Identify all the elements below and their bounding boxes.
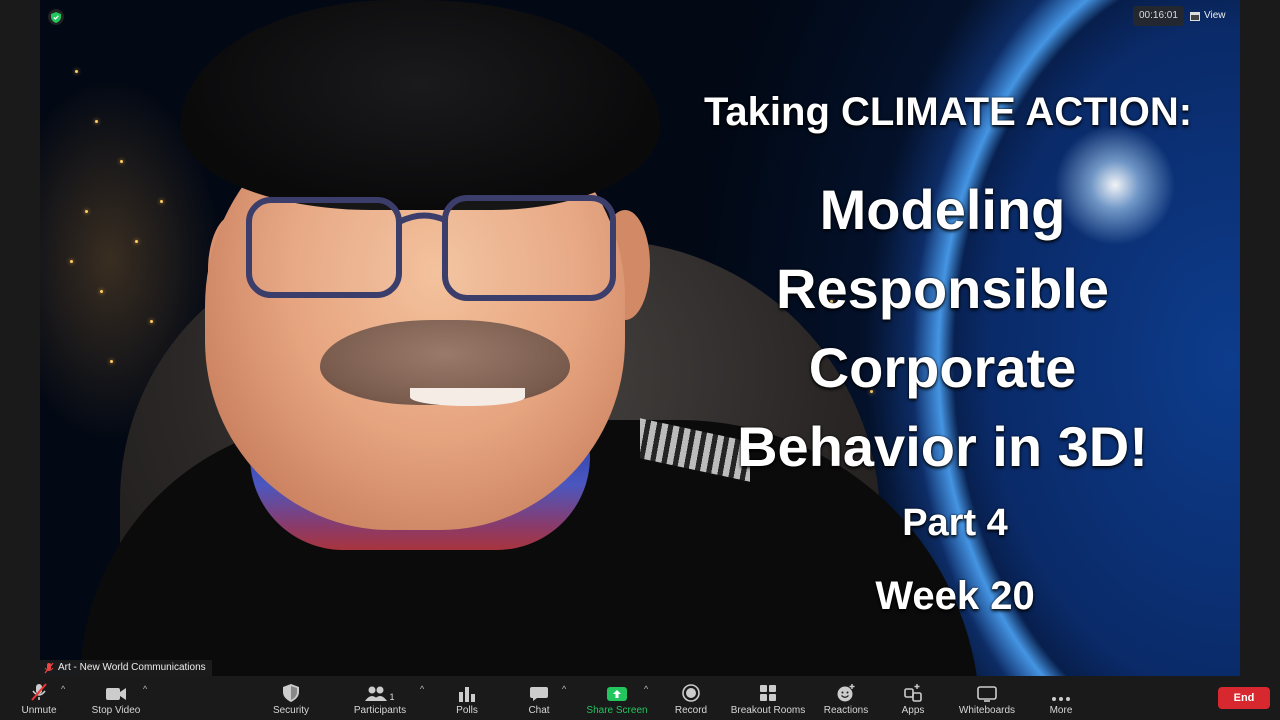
share-screen-icon [607,687,627,701]
participants-options-caret-icon[interactable]: ^ [420,684,424,694]
eyeglasses [246,195,616,301]
slide-title-line: Corporate [808,336,1077,399]
share-options-caret-icon[interactable]: ^ [644,684,648,694]
shield-icon [283,684,299,702]
breakout-rooms-button[interactable]: Breakout Rooms [728,676,808,720]
more-dots-icon [1052,697,1070,701]
muted-mic-icon [31,683,47,701]
record-button[interactable]: Record [672,676,710,720]
share-screen-button[interactable]: Share Screen [584,676,650,720]
video-camera-icon [106,688,126,700]
slide-title-line: Responsible [776,257,1109,320]
apps-icon [904,684,922,702]
teeth [410,388,525,406]
whiteboards-label: Whiteboards [958,705,1016,716]
encryption-shield-icon[interactable] [48,9,64,25]
view-button[interactable]: View [1190,6,1226,26]
security-button[interactable]: Security [268,676,314,720]
slide-week: Week 20 [875,574,1035,618]
slide-subtitle: Taking CLIMATE ACTION: [703,90,1193,134]
whiteboard-icon [977,686,997,702]
unmute-label: Unmute [21,705,57,716]
share-screen-label: Share Screen [586,705,648,716]
polls-label: Polls [456,705,478,716]
chat-label: Chat [528,705,550,716]
unmute-button[interactable]: Unmute [14,676,64,720]
chat-bubble-icon [530,687,548,701]
chat-button[interactable]: Chat [522,676,556,720]
apps-button[interactable]: Apps [896,676,930,720]
record-label: Record [674,705,708,716]
participants-label: Participants [353,705,407,716]
breakout-rooms-label: Breakout Rooms [730,705,806,716]
participant-name-tag: Art - New World Communications [40,660,212,676]
participants-count: 1 [389,692,395,702]
whiteboards-button[interactable]: Whiteboards [954,676,1020,720]
audio-options-caret-icon[interactable]: ^ [61,684,65,694]
beret-hat [180,0,660,210]
apps-label: Apps [901,705,925,716]
meeting-toolbar: Unmute ^ Stop Video ^ Security 1 Partici… [0,676,1280,720]
end-meeting-button[interactable]: End [1218,687,1270,709]
record-icon [682,684,700,702]
slide-part: Part 4 [902,502,1008,544]
breakout-rooms-icon [760,685,776,701]
polls-button[interactable]: Polls [450,676,484,720]
view-label: View [1204,10,1226,21]
stop-video-label: Stop Video [91,705,141,716]
reactions-button[interactable]: Reactions [820,676,872,720]
muted-mic-icon [44,662,54,673]
security-label: Security [272,705,310,716]
slide-title-line: Behavior in 3D! [737,415,1148,478]
reactions-smiley-icon [837,684,855,702]
participant-name: Art - New World Communications [58,662,206,673]
reactions-label: Reactions [823,705,869,716]
polls-bar-icon [459,687,475,702]
video-options-caret-icon[interactable]: ^ [143,684,147,694]
chat-options-caret-icon[interactable]: ^ [562,684,566,694]
stop-video-button[interactable]: Stop Video [88,676,144,720]
grid-view-icon [1190,11,1200,21]
slide-title: Modeling Responsible Corporate Behavior … [660,170,1225,486]
more-button[interactable]: More [1042,676,1080,720]
more-label: More [1049,705,1073,716]
participants-icon [365,686,388,701]
meeting-timer: 00:16:01 [1133,6,1184,26]
participants-button[interactable]: 1 Participants [350,676,410,720]
slide-title-line: Modeling [819,178,1066,241]
